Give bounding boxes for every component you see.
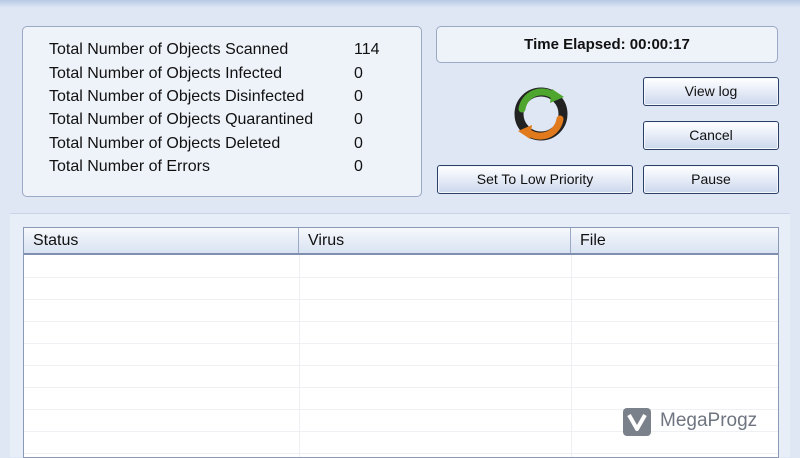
pause-button[interactable]: Pause	[643, 165, 779, 194]
stat-label: Total Number of Objects Quarantined	[49, 111, 314, 128]
megaprogz-logo-icon	[623, 408, 651, 436]
stat-value: 0	[354, 135, 363, 152]
stat-label: Total Number of Objects Deleted	[49, 135, 281, 152]
table-row	[24, 365, 778, 388]
column-header-file[interactable]: File	[571, 228, 776, 253]
table-header: Status Virus File	[24, 228, 778, 255]
table-row	[24, 343, 778, 366]
stat-value: 114	[354, 41, 380, 58]
stat-label: Total Number of Errors	[49, 158, 210, 175]
scan-statistics-panel: Total Number of Objects Scanned 114 Tota…	[22, 26, 422, 197]
time-elapsed-display: Time Elapsed: 00:00:17	[436, 26, 778, 63]
stat-label: Total Number of Objects Scanned	[49, 41, 289, 58]
stat-value: 0	[354, 65, 363, 82]
table-row	[24, 299, 778, 322]
table-row	[24, 277, 778, 300]
column-header-status[interactable]: Status	[24, 228, 299, 253]
stat-value: 0	[354, 158, 363, 175]
stat-value: 0	[354, 88, 363, 105]
stat-label: Total Number of Objects Disinfected	[49, 88, 305, 105]
table-row	[24, 321, 778, 344]
scan-progress-spinner-icon	[514, 87, 568, 141]
stat-value: 0	[354, 111, 363, 128]
stat-label: Total Number of Objects Infected	[49, 65, 282, 82]
table-row	[24, 255, 778, 278]
watermark-text: MegaProgz	[660, 410, 758, 431]
column-header-virus[interactable]: Virus	[299, 228, 571, 253]
cancel-button[interactable]: Cancel	[643, 121, 779, 150]
window-top-edge	[0, 0, 800, 8]
view-log-button[interactable]: View log	[643, 77, 779, 106]
set-low-priority-button[interactable]: Set To Low Priority	[437, 165, 633, 194]
